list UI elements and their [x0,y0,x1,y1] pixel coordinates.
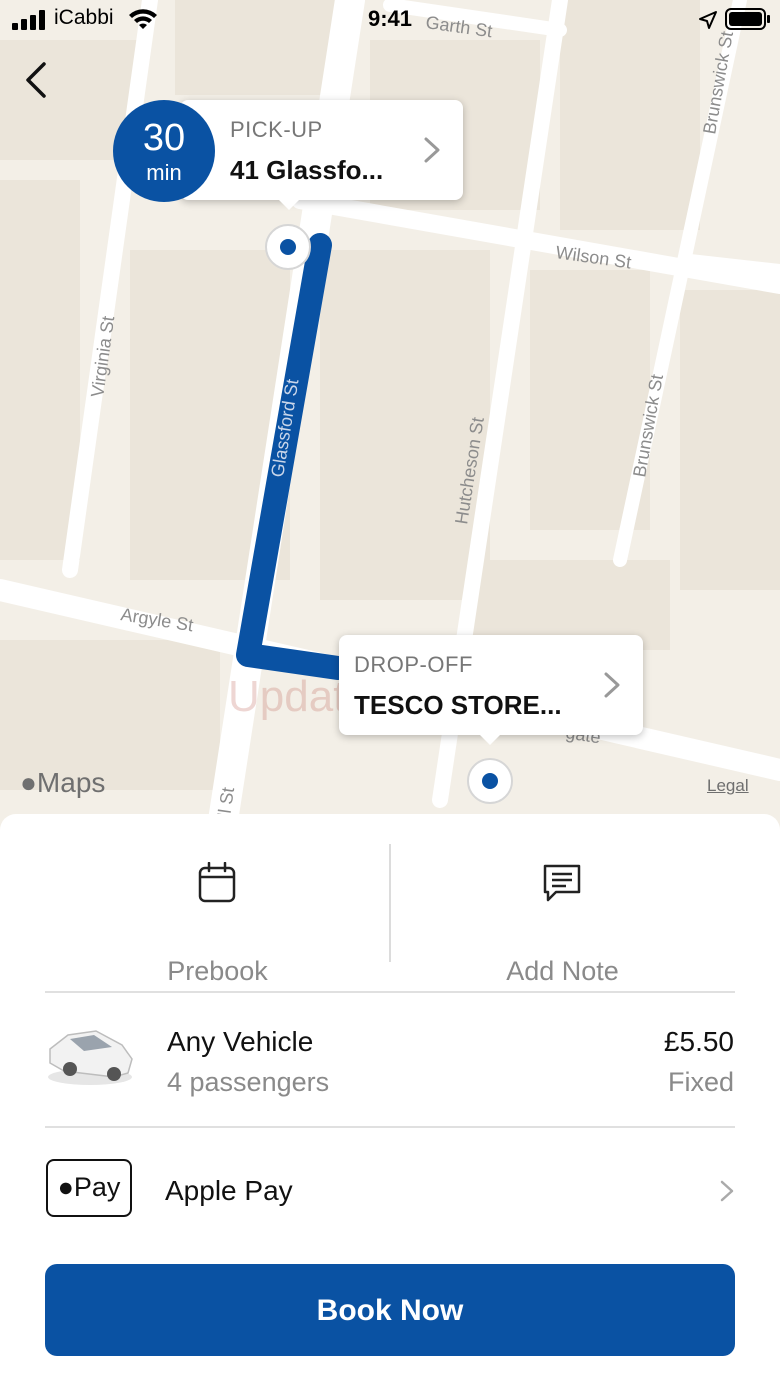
car-icon [48,1030,133,1085]
pickup-address: 41 Glassfo... [230,155,384,185]
payment-name: Apple Pay [165,1175,293,1206]
apple-pay-badge: ●Pay [46,1159,132,1217]
chevron-right-icon [720,1180,734,1202]
map-view[interactable]: Garth St Wilson St Brunswick St Brunswic… [0,0,780,840]
fare-price: £5.50 [663,1026,734,1057]
apple-logo-icon: ● [20,767,37,798]
battery-icon [725,8,770,30]
chevron-right-icon [604,672,620,698]
back-button[interactable] [20,60,60,100]
legal-link[interactable]: Legal [707,776,749,796]
book-now-button[interactable]: Book Now [45,1264,735,1356]
street-label-virginia: Virginia St [87,315,118,399]
booking-sheet: Prebook Add Note Any Vehicle 4 passenger… [0,814,780,1387]
vehicle-name: Any Vehicle [167,1026,314,1057]
dropoff-card-pointer [480,735,500,745]
prebook-button[interactable]: Prebook [45,844,390,986]
dropoff-address: TESCO STORE... [354,690,562,720]
divider [45,1126,735,1128]
fare-type: Fixed [667,1067,734,1097]
street-label-wilson: Wilson St [554,242,632,272]
dropoff-card[interactable]: DROP-OFF TESCO STORE... [339,635,643,745]
maps-provider-label: Maps [36,767,106,798]
chevron-right-icon [424,137,440,163]
location-arrow-icon [699,11,717,29]
prebook-label: Prebook [167,956,268,986]
divider [45,991,735,993]
add-note-button[interactable]: Add Note [390,844,735,986]
pickup-card[interactable]: PICK-UP 41 Glassfo... [180,100,463,210]
add-note-label: Add Note [506,956,619,986]
clock: 9:41 [367,6,413,31]
dropoff-label: DROP-OFF [354,652,473,677]
eta-unit: min [146,160,182,185]
status-bar: iCabbi 9:41 [0,0,780,40]
maps-logo: ●Maps [20,767,105,799]
note-icon [543,864,581,902]
vehicle-row[interactable]: Any Vehicle 4 passengers £5.50 Fixed [0,994,780,1124]
chevron-left-icon [26,62,46,98]
vehicle-passengers: 4 passengers [167,1067,330,1097]
pickup-card-pointer [279,200,299,210]
payment-method-row[interactable]: ●Pay Apple Pay [0,1130,780,1250]
apple-pay-badge-label: Pay [73,1172,121,1202]
pickup-label: PICK-UP [230,117,323,142]
pickup-pin [265,224,311,270]
dropoff-pin [467,758,513,804]
eta-value: 30 [142,117,186,159]
street-label-brunswick-1: Brunswick St [699,30,737,136]
eta-badge: 30 min [113,100,215,202]
apple-logo-icon: ● [57,1172,74,1202]
calendar-icon [198,862,236,903]
